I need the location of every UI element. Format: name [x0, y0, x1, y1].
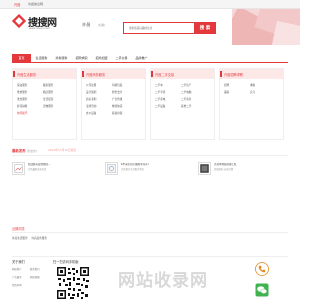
featured-card-desc: 优质服务,价格合理 — [214, 168, 234, 171]
panel-title: 许昌生活服务 — [17, 73, 37, 77]
panel-link[interactable]: 二手房产 — [181, 83, 191, 87]
nav-item-business[interactable]: 商务服务 — [52, 54, 71, 63]
about-link[interactable]: 联系我们 — [30, 267, 40, 271]
panel-link[interactable]: 招聘 — [224, 83, 229, 87]
panel-link[interactable]: 商标专利 — [86, 97, 96, 101]
panel-link[interactable]: 宠物服务 — [43, 104, 53, 108]
panel-link[interactable]: 财务会计 — [112, 90, 122, 94]
panel-secondhand: 许昌二手交易 二手车 二手房产 二手手机 二手电脑 二手家电 二手家具 二手设备… — [150, 68, 215, 140]
panel-business-services: 许昌商务服务 公司注册 印刷包装 设计策划 财务会计 商标专利 广告传媒 法律咨… — [81, 68, 146, 140]
thumbnail-icon[interactable] — [12, 162, 25, 175]
thumbnail-icon[interactable] — [105, 162, 118, 175]
panel-link[interactable]: 二手车 — [155, 83, 163, 87]
recent-header: 近期浏览 — [12, 226, 288, 233]
panel-link[interactable]: 投资担保 — [112, 111, 122, 115]
panel-link[interactable]: 广告传媒 — [112, 97, 122, 101]
panel-link[interactable]: 兼职 — [224, 90, 229, 94]
about-title: 关于我们 — [12, 260, 25, 264]
site-domain: www.dosoo.com — [29, 27, 51, 30]
search-input[interactable] — [124, 23, 194, 33]
panel-life-services: 许昌生活服务 家政服务 搬家服务 维修服务 婚庆服务 洗衣服务 生活配送 鲜花绿… — [12, 68, 77, 140]
panel-title: 许昌二手交易 — [155, 73, 175, 77]
panel-link[interactable]: 设计策划 — [86, 90, 96, 94]
nav-item-life[interactable]: 生活服务 — [32, 54, 51, 63]
featured-card-desc: 许昌相关生活服务资讯 — [121, 168, 144, 171]
nav-item-home[interactable]: 首页 — [12, 54, 31, 63]
about-link[interactable]: 网站简介 — [12, 267, 22, 271]
panel-title: 许昌招聘求职 — [224, 73, 244, 77]
recent-link[interactable]: 许昌生活服务 — [12, 237, 28, 240]
topbar-site-link[interactable]: 许昌信息网 — [28, 2, 43, 6]
recent-links: 许昌生活服务 许昌商务服务 — [12, 236, 47, 240]
nav-item-secondhand[interactable]: 二手交易 — [112, 54, 131, 63]
panel-link[interactable]: 实习 — [250, 90, 255, 94]
thumbnail-icon[interactable] — [198, 162, 211, 175]
phone-icon[interactable] — [255, 262, 269, 276]
about-link[interactable]: 免责声明 — [12, 283, 22, 287]
panel-link[interactable]: 求职 — [250, 83, 255, 87]
top-bar: 许昌 许昌信息网 — [0, 0, 300, 9]
topbar-city[interactable]: 许昌 — [14, 2, 20, 7]
panel-link[interactable]: 二手电脑 — [181, 90, 191, 94]
panel-link[interactable]: 二手家电 — [155, 97, 165, 101]
panel-link[interactable]: 搬家服务 — [43, 83, 53, 87]
nav-item-jobs[interactable]: 招聘求职 — [72, 54, 91, 63]
panel-link[interactable]: 法律咨询 — [86, 104, 96, 108]
featured-card-title[interactable]: 许昌本地装修施工队 — [214, 162, 237, 166]
featured-card-title[interactable]: 新冠肺炎疫情期间,.. — [28, 162, 50, 166]
wechat-icon[interactable] — [255, 283, 269, 297]
panel-link[interactable]: 生活配送 — [43, 97, 53, 101]
watermark: 网站收录网 — [118, 271, 208, 291]
panel-link[interactable]: 物流快递 — [112, 104, 122, 108]
qr-code-icon — [56, 266, 90, 300]
panel-link[interactable]: 二手家具 — [181, 97, 191, 101]
nav-item-franchise[interactable]: 招商加盟 — [92, 54, 111, 63]
panel-link[interactable]: 家政服务 — [17, 83, 27, 87]
panel-jobs: 许昌招聘求职 招聘 求职 兼职 实习 — [219, 68, 284, 140]
panel-link[interactable]: 休闲娱乐 — [17, 111, 27, 115]
panel-link[interactable]: 二手手机 — [155, 90, 165, 94]
panel-link[interactable]: 二手设备 — [155, 104, 165, 108]
nav-item-brand[interactable]: 品牌推广 — [132, 54, 151, 63]
panel-link[interactable]: 鲜花绿植 — [17, 104, 27, 108]
panel-link[interactable]: 其他二手 — [181, 104, 191, 108]
header-banner — [232, 9, 300, 45]
footer-divider — [12, 256, 288, 257]
featured-card-desc: 许昌最新发布信息 — [28, 168, 47, 171]
featured-date: 2022年07月10日更新 — [48, 148, 77, 153]
recent-link[interactable]: 许昌商务服务 — [31, 237, 47, 240]
recent-title: 近期浏览 — [12, 227, 25, 231]
panel-link[interactable]: 公司注册 — [86, 83, 96, 87]
panel-link[interactable]: 办公设备 — [86, 111, 96, 115]
panel-link[interactable]: 洗衣服务 — [17, 97, 27, 101]
about-link[interactable]: 网站地图 — [30, 275, 40, 279]
search-button[interactable]: 搜 索 — [194, 22, 216, 34]
current-city: 许昌 — [82, 22, 91, 27]
panel-title: 许昌商务服务 — [86, 73, 106, 77]
city-switch-link[interactable]: [切换] — [98, 23, 105, 27]
panel-link[interactable]: 印刷包装 — [112, 83, 122, 87]
featured-title: 最新发布 — [12, 149, 26, 153]
featured-header: 最新发布 [新出炉] 2022年07月10日更新 — [12, 148, 288, 156]
qr-title: 扫一扫访问手机版 — [53, 260, 79, 264]
main-nav: 首页 生活服务 商务服务 招聘求职 招商加盟 二手交易 品牌推广 — [12, 54, 288, 63]
about-link[interactable]: 广告服务 — [12, 275, 22, 279]
panel-link[interactable]: 婚庆服务 — [43, 90, 53, 94]
logo-icon[interactable] — [12, 14, 26, 28]
panel-link[interactable]: 维修服务 — [17, 90, 27, 94]
featured-card-title[interactable]: 6平米空间大概能干什么? — [121, 162, 149, 166]
featured-subtitle: [新出炉] — [27, 149, 37, 153]
